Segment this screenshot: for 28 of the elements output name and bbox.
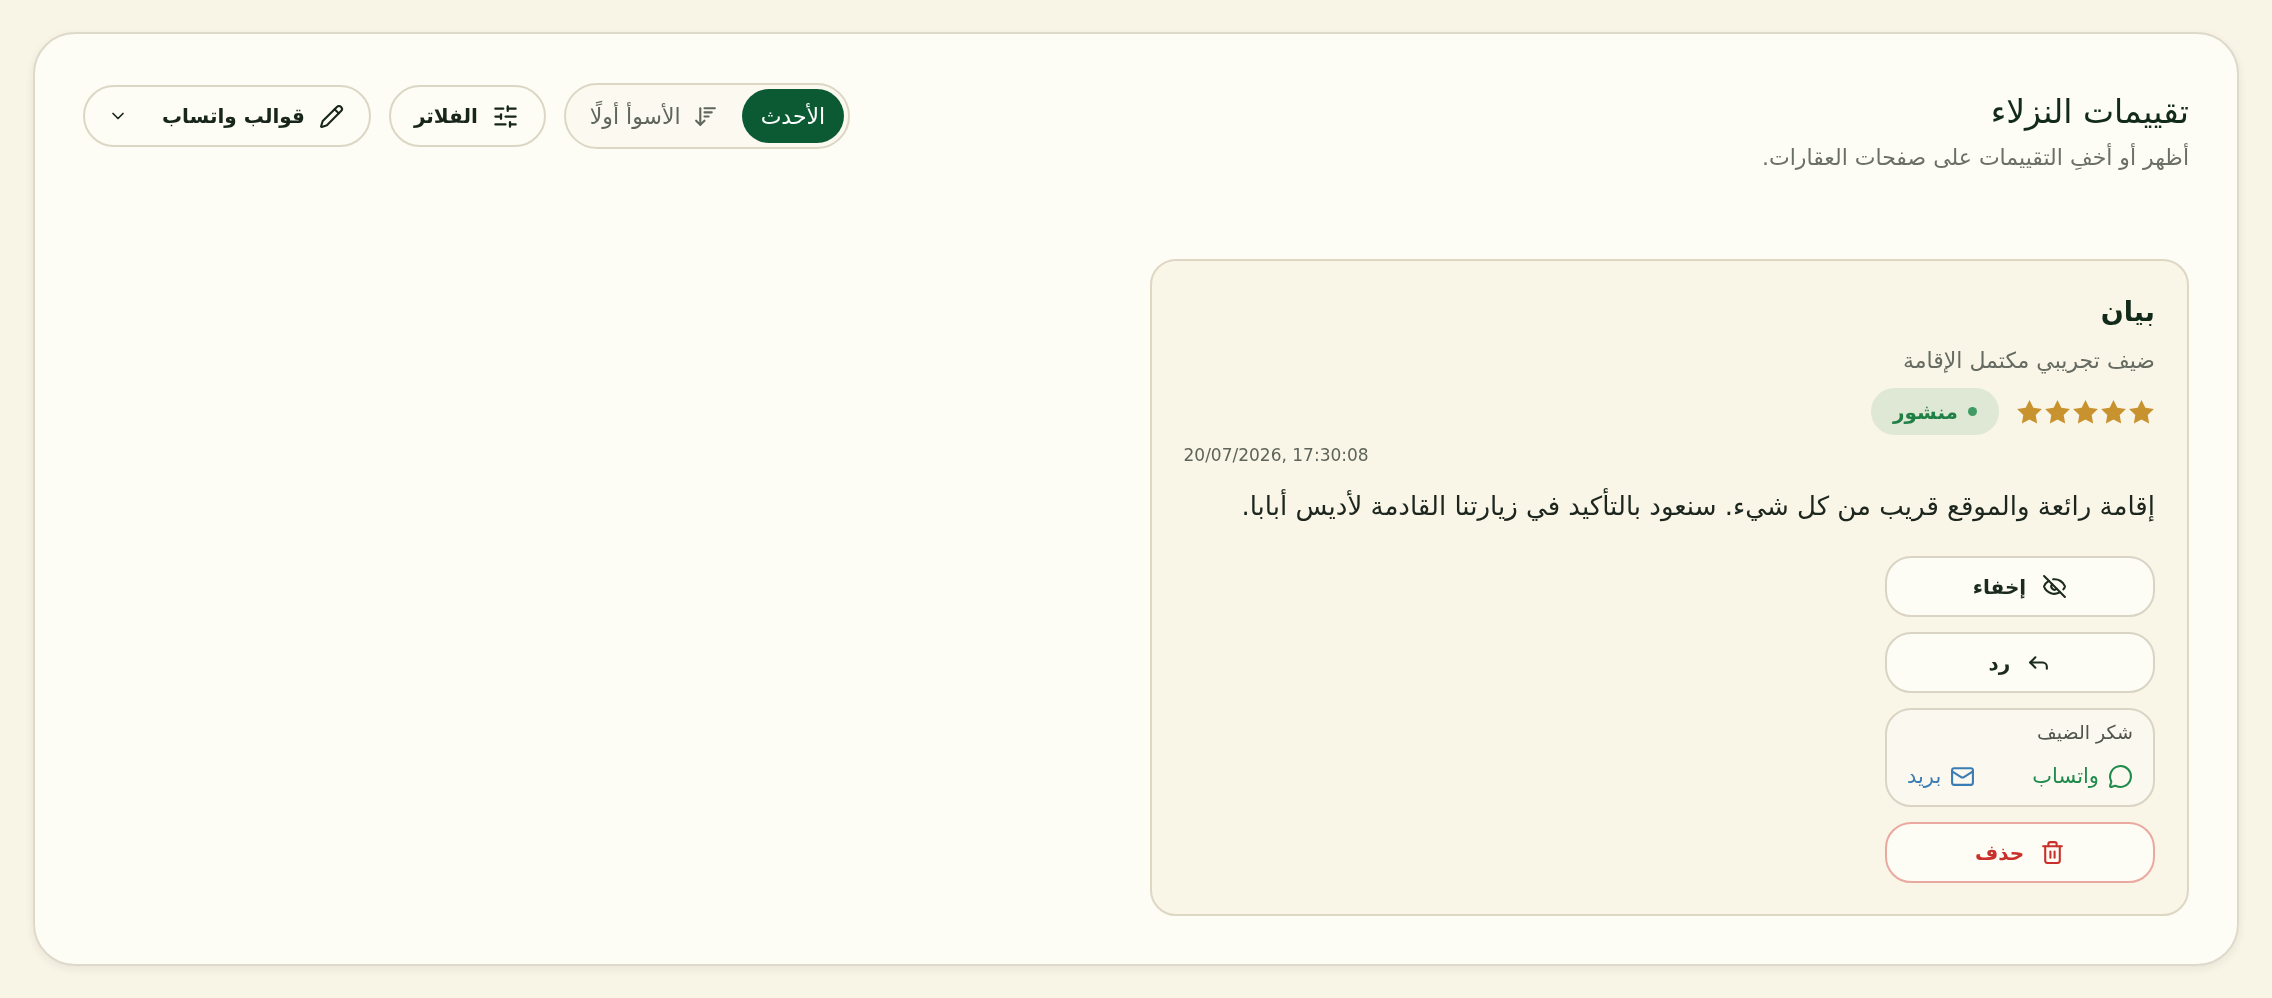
eye-off-icon [2042,574,2068,599]
star-icon [2100,398,2127,425]
star-icon [2016,398,2043,425]
status-label: منشور [1893,399,1958,424]
whatsapp-link[interactable]: واتساب [2032,761,2133,791]
status-dot-icon [1968,407,1977,416]
review-text: إقامة رائعة والموقع قريب من كل شيء. سنعود بالتأكيد في زيارتنا القادمة لأديس أبابا. [1183,489,2155,523]
page-subtitle: أظهر أو أخفِ التقييمات على صفحات العقارات. [1762,143,2189,172]
pencil-icon [318,103,344,129]
guest-note: ضيف تجريبي مكتمل الإقامة [1901,347,2155,376]
star-icon [2128,398,2155,425]
templates-dropdown[interactable]: قوالب واتساب [83,85,371,147]
email-link[interactable]: بريد [1907,761,1976,791]
filters-button[interactable]: الفلاتر [388,85,546,147]
review-date: 20/07/2026, 17:30:08 [1183,444,1369,467]
page-title: تقييمات النزلاء [1989,92,2189,132]
reply-button[interactable]: رد [1885,632,2155,693]
sort-option[interactable]: الأحدث [741,89,845,143]
sliders-icon [491,102,519,130]
chat-bubble-icon [2108,763,2133,789]
star-icon [2072,398,2099,425]
star-icon [2044,398,2071,425]
guest-name: بيان [2099,295,2155,329]
trash-icon [2040,840,2066,865]
delete-button[interactable]: حذف [1885,822,2155,883]
hide-button[interactable]: إخفاء [1885,556,2155,617]
thank-guest-label: شكر الضيف [2036,720,2133,746]
sort-option[interactable]: الأسوأ أولًا [569,89,738,143]
